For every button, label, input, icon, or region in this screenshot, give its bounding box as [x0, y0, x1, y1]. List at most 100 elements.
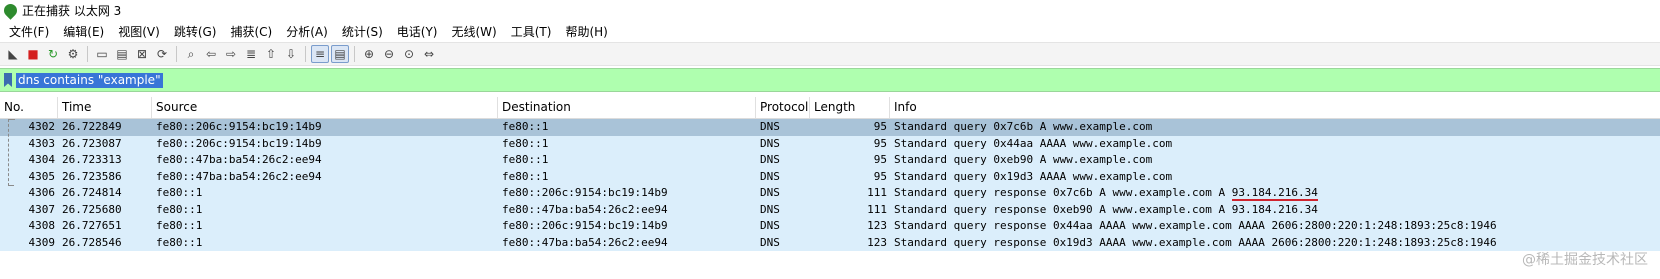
toolbar-separator [87, 46, 88, 62]
menu-item-0[interactable]: 文件(F) [2, 23, 56, 40]
column-header-length[interactable]: Length [810, 97, 890, 118]
menu-item-4[interactable]: 捕获(C) [223, 23, 279, 40]
packet-length-text: 95 [873, 153, 887, 167]
menu-item-8[interactable]: 无线(W) [445, 23, 504, 40]
packet-row[interactable]: 4302 26.722849 fe80::206c:9154:bc19:14b9 fe… [0, 119, 1660, 136]
column-header-time[interactable]: Time [58, 97, 152, 118]
packet-cell-time: 26.728546 [58, 235, 152, 251]
packet-cell-info: Standard query response 0x7c6b A www.exa… [890, 185, 1660, 201]
shark-fin-icon[interactable]: ◣ [4, 45, 22, 63]
packet-row[interactable]: 4304 26.723313 fe80::47ba:ba54:26c2:ee94 fe… [0, 152, 1660, 169]
packet-length-text: 95 [873, 136, 887, 150]
open-file-icon[interactable]: ▭ [93, 45, 111, 63]
menu-item-7[interactable]: 电话(Y) [390, 23, 445, 40]
go-forward-icon[interactable]: ⇨ [222, 45, 240, 63]
menu-item-6[interactable]: 统计(S) [335, 23, 390, 40]
display-filter-input[interactable]: dns contains "example" [16, 72, 163, 88]
packet-source-text: fe80::47ba:ba54:26c2:ee94 [156, 153, 322, 167]
packet-no-text: 4306 [28, 186, 56, 200]
packet-cell-protocol: DNS [756, 218, 810, 234]
close-file-icon[interactable]: ⊠ [133, 45, 151, 63]
packet-source-text: fe80::1 [156, 235, 203, 249]
zoom-normal-icon[interactable]: ⊙ [400, 45, 418, 63]
colorize-icon[interactable]: ▤ [331, 45, 349, 63]
menu-item-2[interactable]: 视图(V) [111, 23, 167, 40]
packet-cell-no: 4308 [0, 218, 58, 234]
resize-columns-icon[interactable]: ⇔ [420, 45, 438, 63]
packet-no-text: 4302 [28, 120, 56, 134]
packet-row[interactable]: 4303 26.723087 fe80::206c:9154:bc19:14b9 fe… [0, 135, 1660, 152]
save-file-icon[interactable]: ▤ [113, 45, 131, 63]
packet-info-text: Standard query response 0xeb90 A www.exa… [894, 202, 1318, 216]
column-header-no[interactable]: No. [0, 97, 58, 118]
packet-no-text: 4304 [28, 153, 56, 167]
menu-bar: 文件(F) 编辑(E) 视图(V) 跳转(G) 捕获(C) 分析(A) 统计(S) 电话(Y)… [0, 20, 1660, 42]
column-header-info[interactable]: Info [890, 97, 1660, 118]
packet-length-text: 111 [867, 186, 887, 200]
packet-cell-source: fe80::1 [152, 202, 498, 218]
packet-row[interactable]: 4305 26.723586 fe80::47ba:ba54:26c2:ee94 fe… [0, 168, 1660, 185]
reload-file-icon[interactable]: ⟳ [153, 45, 171, 63]
title-bar: 正在捕获 以太网 3 [0, 0, 1660, 20]
packet-cell-info: Standard query 0x7c6b A www.example.com [890, 119, 1660, 135]
packet-cell-info: Standard query 0x44aa AAAA www.example.c… [890, 136, 1660, 152]
packet-protocol-text: DNS [760, 136, 780, 150]
column-header-source[interactable]: Source [152, 97, 498, 118]
packet-info-text: Standard query 0x44aa AAAA www.example.c… [894, 136, 1173, 150]
stop-capture-icon[interactable]: ■ [24, 45, 42, 63]
watermark: @稀土掘金技术社区 [1522, 252, 1648, 268]
auto-scroll-icon[interactable]: ≡ [311, 45, 329, 63]
go-to-packet-icon[interactable]: ≣ [242, 45, 260, 63]
go-back-icon[interactable]: ⇦ [202, 45, 220, 63]
main-toolbar: ◣ ■ ↻ ⚙ ▭ ▤ ⊠ ⟳ ⌕ ⇦ ⇨ ≣ ⇧ ⇩ ≡ ▤ ⊕ ⊖ ⊙ ⇔ [0, 42, 1660, 66]
packet-cell-length: 95 [810, 152, 890, 168]
find-packet-icon[interactable]: ⌕ [182, 45, 200, 63]
packet-time-text: 26.723586 [62, 169, 122, 183]
zoom-out-icon[interactable]: ⊖ [380, 45, 398, 63]
packet-source-text: fe80::206c:9154:bc19:14b9 [156, 136, 322, 150]
packet-cell-length: 111 [810, 202, 890, 218]
packet-destination-text: fe80::206c:9154:bc19:14b9 [502, 186, 668, 200]
packet-row[interactable]: 4307 26.725680 fe80::1 fe80::47ba:ba54:26c2… [0, 201, 1660, 218]
packet-length-text: 95 [873, 120, 887, 134]
column-header-protocol[interactable]: Protocol [756, 97, 810, 118]
packet-cell-no: 4307 [0, 202, 58, 218]
packet-list-header: No. Time Source Destination Protocol Len… [0, 97, 1660, 119]
packet-time-text: 26.724814 [62, 186, 122, 200]
restart-capture-icon[interactable]: ↻ [44, 45, 62, 63]
packet-row[interactable]: 4308 26.727651 fe80::1 fe80::206c:9154:bc19… [0, 218, 1660, 235]
packet-cell-source: fe80::1 [152, 185, 498, 201]
packet-time-text: 26.723313 [62, 153, 122, 167]
packet-cell-protocol: DNS [756, 136, 810, 152]
menu-item-10[interactable]: 帮助(H) [558, 23, 614, 40]
packet-protocol-text: DNS [760, 186, 780, 200]
zoom-in-icon[interactable]: ⊕ [360, 45, 378, 63]
menu-item-9[interactable]: 工具(T) [504, 23, 559, 40]
packet-cell-length: 123 [810, 235, 890, 251]
packet-cell-protocol: DNS [756, 202, 810, 218]
packet-protocol-text: DNS [760, 169, 780, 183]
packet-cell-time: 26.727651 [58, 218, 152, 234]
packet-cell-time: 26.723586 [58, 169, 152, 185]
packet-cell-info: Standard query 0x19d3 AAAA www.example.c… [890, 169, 1660, 185]
packet-cell-length: 111 [810, 185, 890, 201]
packet-cell-source: fe80::206c:9154:bc19:14b9 [152, 136, 498, 152]
menu-item-1[interactable]: 编辑(E) [56, 23, 111, 40]
menu-item-3[interactable]: 跳转(G) [167, 23, 224, 40]
packet-cell-time: 26.724814 [58, 185, 152, 201]
packet-cell-protocol: DNS [756, 169, 810, 185]
packet-source-text: fe80::1 [156, 202, 203, 216]
packet-cell-time: 26.723313 [58, 152, 152, 168]
go-last-icon[interactable]: ⇩ [282, 45, 300, 63]
packet-time-text: 26.725680 [62, 202, 122, 216]
packet-cell-time: 26.725680 [58, 202, 152, 218]
packet-row[interactable]: 4306 26.724814 fe80::1 fe80::206c:9154:bc19… [0, 185, 1660, 202]
menu-item-5[interactable]: 分析(A) [279, 23, 335, 40]
filter-bookmark-icon[interactable] [4, 73, 12, 87]
packet-row[interactable]: 4309 26.728546 fe80::1 fe80::47ba:ba54:26c2… [0, 234, 1660, 251]
column-header-destination[interactable]: Destination [498, 97, 756, 118]
go-first-icon[interactable]: ⇧ [262, 45, 280, 63]
packet-no-text: 4307 [28, 202, 56, 216]
highlighted-address: 93.184.216.34 [1231, 186, 1318, 200]
capture-options-icon[interactable]: ⚙ [64, 45, 82, 63]
